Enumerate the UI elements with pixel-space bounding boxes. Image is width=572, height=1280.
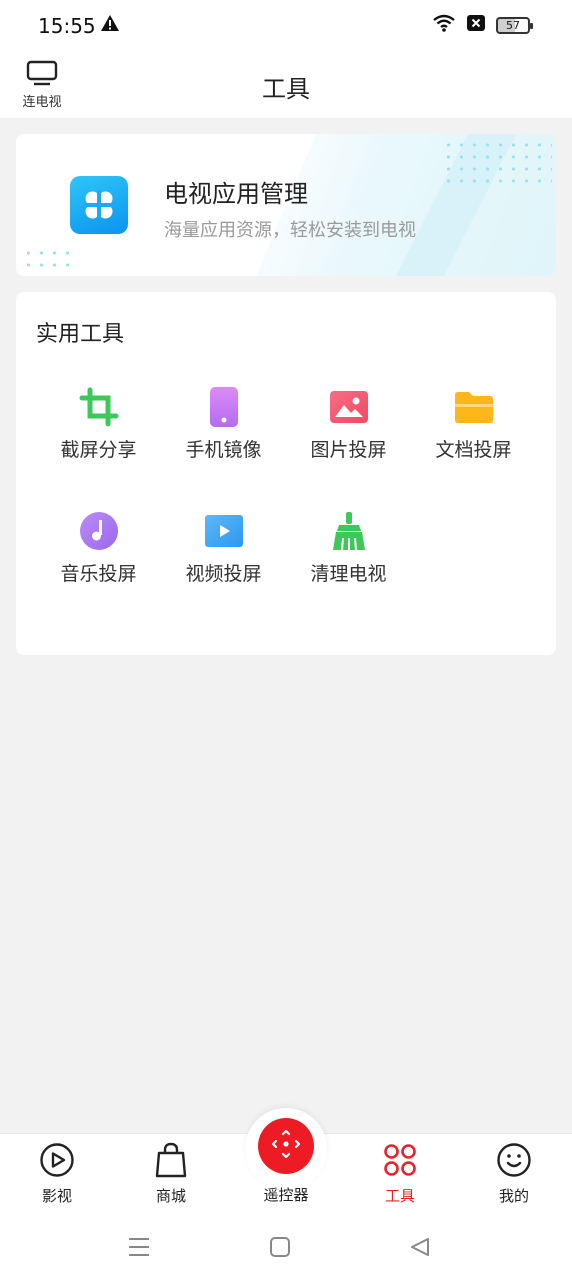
video-icon [202,509,246,553]
tool-document-cast[interactable]: 文档投屏 [411,385,536,495]
tool-clean-tv[interactable]: 清理电视 [286,509,411,619]
tool-label: 手机镜像 [185,439,262,461]
tv-app-management-card[interactable]: 电视应用管理 海量应用资源，轻松安装到电视 [16,134,556,276]
music-icon [77,509,121,553]
page-title: 工具 [262,75,310,103]
shopping-bag-icon [153,1142,189,1178]
system-nav-bar [0,1216,572,1280]
remote-button-container [245,1108,327,1190]
remote-icon [271,1129,301,1163]
back-icon[interactable] [405,1232,435,1262]
promo-title: 电视应用管理 [164,180,308,208]
utility-tools-card: 实用工具 截屏分享 手机镜像 图片投屏 文档投屏 音乐投屏 视频投屏 清理电视 [16,292,556,655]
tool-image-cast[interactable]: 图片投屏 [286,385,411,495]
tool-label: 音乐投屏 [60,563,137,585]
home-icon[interactable] [265,1232,295,1262]
no-sim-icon [466,14,486,36]
section-title: 实用工具 [36,322,125,347]
wifi-icon [432,14,456,36]
app-management-icon [70,176,128,234]
tool-label: 图片投屏 [310,439,387,461]
tool-screenshot-share[interactable]: 截屏分享 [36,385,161,495]
top-header: 连电视 工具 [0,52,572,118]
tools-grid-icon [382,1142,418,1178]
tool-label: 视频投屏 [185,563,262,585]
tool-label: 截屏分享 [60,439,137,461]
battery-indicator: 57 [496,16,533,34]
nav-label-remote: 遥控器 [263,1186,309,1204]
tool-music-cast[interactable]: 音乐投屏 [36,509,161,619]
menu-icon[interactable] [124,1232,154,1262]
promo-subtitle: 海量应用资源，轻松安装到电视 [164,220,416,241]
crop-icon [77,385,121,429]
tool-phone-mirror[interactable]: 手机镜像 [161,385,286,495]
decorative-dots [442,139,552,187]
image-icon [327,385,371,429]
tool-label: 清理电视 [310,563,387,585]
warning-icon [100,14,120,36]
phone-icon [202,385,246,429]
status-bar: 15:55 57 [0,0,572,52]
remote-button[interactable] [258,1118,314,1174]
decorative-dots [22,247,72,271]
smiley-icon [496,1142,532,1178]
tool-video-cast[interactable]: 视频投屏 [161,509,286,619]
broom-icon [327,509,371,553]
folder-icon [452,385,496,429]
play-circle-icon [39,1142,75,1178]
tool-label: 文档投屏 [435,439,512,461]
status-time: 15:55 [38,14,96,38]
